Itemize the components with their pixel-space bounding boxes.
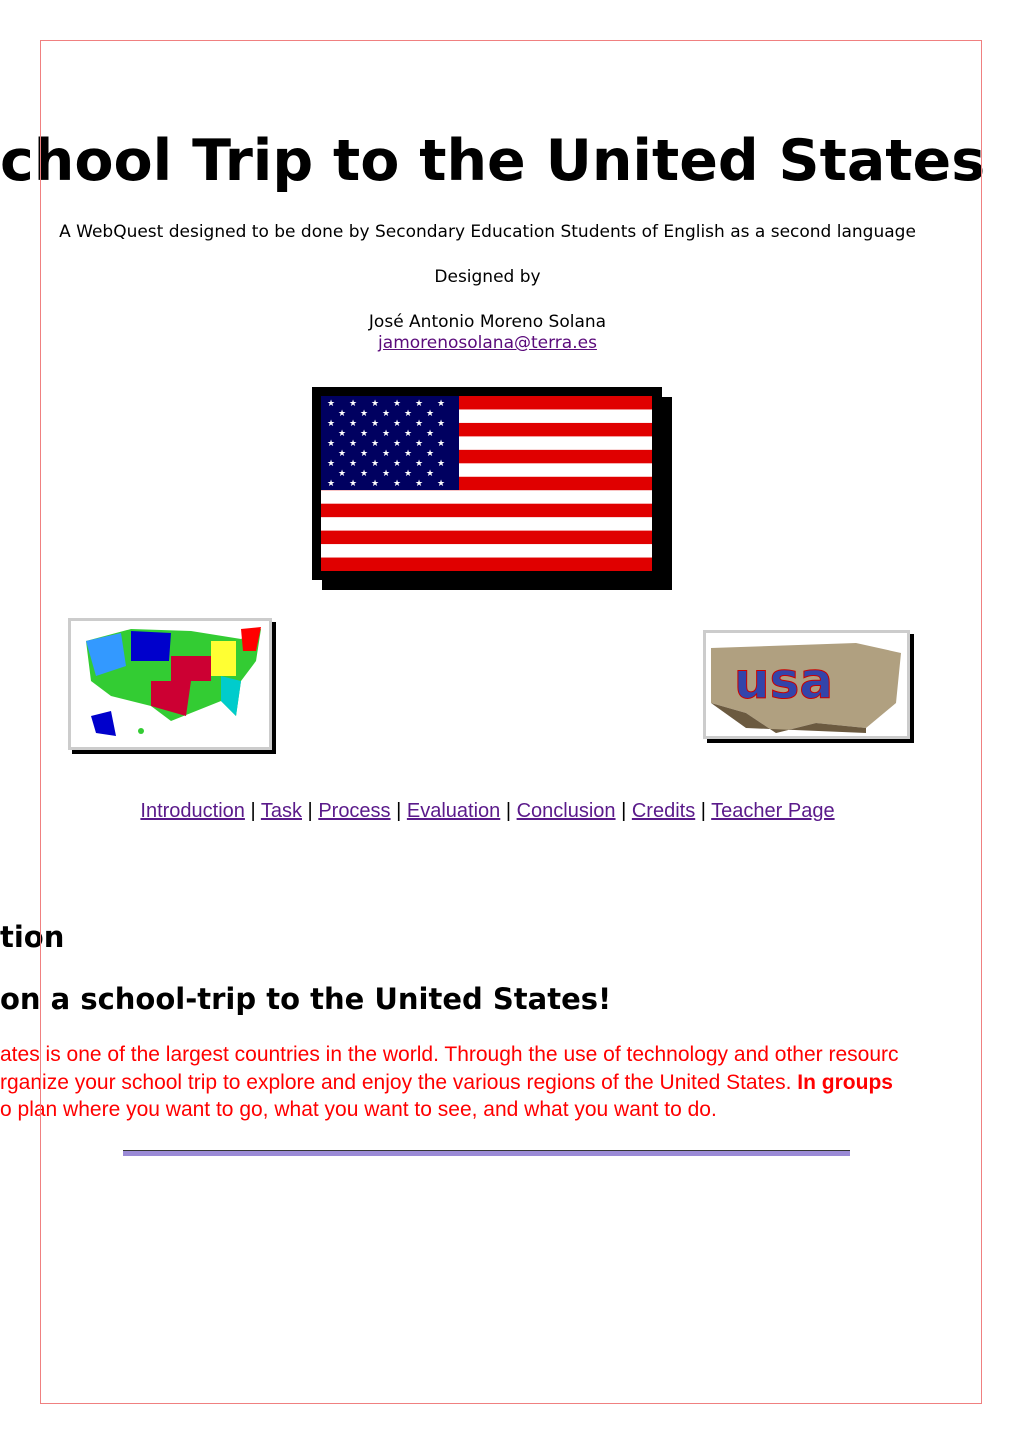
flag-star: ★ bbox=[327, 419, 335, 429]
flag-star: ★ bbox=[393, 439, 401, 449]
flag-star: ★ bbox=[404, 449, 412, 459]
flag-star: ★ bbox=[415, 479, 423, 489]
flag-stripe bbox=[321, 503, 652, 518]
svg-text:usa: usa bbox=[734, 652, 833, 710]
flag-star: ★ bbox=[327, 479, 335, 489]
flag-star: ★ bbox=[327, 459, 335, 469]
flag-star: ★ bbox=[371, 439, 379, 449]
author-email-wrapper: jamorenosolana@terra.es bbox=[0, 333, 975, 353]
flag-star: ★ bbox=[393, 479, 401, 489]
nav-separator: | bbox=[244, 800, 261, 822]
flag-star: ★ bbox=[371, 399, 379, 409]
intro-line-3: o plan where you want to go, what you wa… bbox=[0, 1098, 717, 1121]
flag-star: ★ bbox=[360, 469, 368, 479]
flag-star: ★ bbox=[415, 459, 423, 469]
introduction-heading: tion bbox=[0, 920, 65, 954]
flag-star: ★ bbox=[437, 479, 445, 489]
flag-star: ★ bbox=[437, 439, 445, 449]
flag-star: ★ bbox=[415, 399, 423, 409]
flag-star: ★ bbox=[426, 429, 434, 439]
nav-link-conclusion[interactable]: Conclusion bbox=[517, 800, 616, 822]
flag-star: ★ bbox=[415, 439, 423, 449]
flag-star: ★ bbox=[349, 419, 357, 429]
flag-star: ★ bbox=[338, 429, 346, 439]
flag-stripe bbox=[321, 557, 652, 571]
flag-star: ★ bbox=[437, 419, 445, 429]
nav-separator: | bbox=[615, 800, 632, 822]
nav-separator: | bbox=[500, 800, 517, 822]
flag-star: ★ bbox=[371, 459, 379, 469]
flag-star: ★ bbox=[404, 409, 412, 419]
flag-star: ★ bbox=[382, 429, 390, 439]
flag-star: ★ bbox=[349, 459, 357, 469]
flag-star: ★ bbox=[415, 419, 423, 429]
usa-3d-logo-image: usa bbox=[703, 630, 910, 739]
nav-link-introduction[interactable]: Introduction bbox=[140, 800, 245, 822]
horizontal-rule bbox=[123, 1150, 850, 1156]
flag-star: ★ bbox=[393, 459, 401, 469]
nav-link-process[interactable]: Process bbox=[318, 800, 390, 822]
usa-states-map-image bbox=[68, 618, 272, 750]
flag-star: ★ bbox=[404, 429, 412, 439]
subtitle: A WebQuest designed to be done by Second… bbox=[59, 222, 916, 242]
flag-star: ★ bbox=[404, 469, 412, 479]
flag-star: ★ bbox=[360, 429, 368, 439]
flag-star: ★ bbox=[382, 409, 390, 419]
flag-star: ★ bbox=[338, 409, 346, 419]
flag-star: ★ bbox=[426, 469, 434, 479]
intro-line-2-text: rganize your school trip to explore and … bbox=[0, 1071, 798, 1094]
nav-separator: | bbox=[695, 800, 712, 822]
intro-line-2: rganize your school trip to explore and … bbox=[0, 1071, 893, 1095]
flag-star: ★ bbox=[371, 479, 379, 489]
nav-link-credits[interactable]: Credits bbox=[632, 800, 695, 822]
flag-star: ★ bbox=[382, 449, 390, 459]
flag-star: ★ bbox=[338, 449, 346, 459]
introduction-subheading: on a school-trip to the United States! bbox=[0, 982, 612, 1016]
flag-star: ★ bbox=[327, 439, 335, 449]
page-title: chool Trip to the United States bbox=[0, 128, 986, 194]
intro-bold-text: In groups bbox=[797, 1071, 893, 1094]
nav-separator: | bbox=[390, 800, 407, 822]
section-nav: Introduction | Task | Process | Evaluati… bbox=[0, 800, 975, 823]
flag-star: ★ bbox=[338, 469, 346, 479]
flag-stripe bbox=[321, 530, 652, 545]
nav-link-evaluation[interactable]: Evaluation bbox=[407, 800, 500, 822]
flag-star: ★ bbox=[349, 399, 357, 409]
author-email-link[interactable]: jamorenosolana@terra.es bbox=[378, 333, 597, 353]
flag-star: ★ bbox=[393, 419, 401, 429]
flag-star: ★ bbox=[360, 449, 368, 459]
author-name: José Antonio Moreno Solana bbox=[368, 312, 607, 332]
usa-flag-image: ★ ★ ★ ★ ★ ★ ★ ★ ★ ★ ★ ★ ★ ★ ★ ★ ★ ★ ★ ★ ★ ★ ★ ★ ★ ★ ★ ★ ★ ★ ★ ★ ★ ★ ★ ★ ★ ★ ★ ★… bbox=[312, 387, 662, 580]
flag-star: ★ bbox=[437, 399, 445, 409]
nav-link-task[interactable]: Task bbox=[261, 800, 302, 822]
flag-star: ★ bbox=[437, 459, 445, 469]
flag-star: ★ bbox=[327, 399, 335, 409]
intro-line-1: ates is one of the largest countries in … bbox=[0, 1043, 899, 1066]
flag-star: ★ bbox=[360, 409, 368, 419]
flag-star: ★ bbox=[382, 469, 390, 479]
flag-star: ★ bbox=[426, 449, 434, 459]
flag-star: ★ bbox=[371, 419, 379, 429]
flag-star: ★ bbox=[349, 479, 357, 489]
nav-link-teacher-page[interactable]: Teacher Page bbox=[711, 800, 834, 822]
flag-star: ★ bbox=[349, 439, 357, 449]
flag-star: ★ bbox=[393, 399, 401, 409]
nav-separator: | bbox=[302, 800, 319, 822]
flag-star: ★ bbox=[426, 409, 434, 419]
designed-by-label: Designed by bbox=[434, 267, 541, 287]
